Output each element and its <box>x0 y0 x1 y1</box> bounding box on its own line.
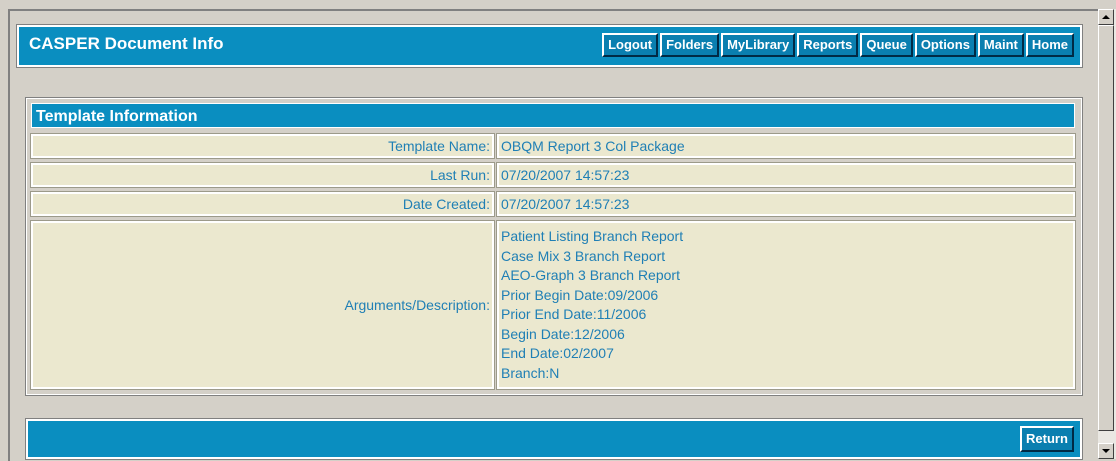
reports-button[interactable]: Reports <box>797 33 859 57</box>
app-title: CASPER Document Info <box>29 34 224 53</box>
scroll-up-button[interactable] <box>1098 9 1114 25</box>
arrow-down-icon <box>1102 449 1110 453</box>
home-button[interactable]: Home <box>1025 33 1074 57</box>
template-name-label: Template Name: <box>30 133 495 159</box>
template-info-panel: Template Information Template Name: OBQM… <box>25 97 1083 396</box>
arguments-value: Patient Listing Branch Report Case Mix 3… <box>496 220 1076 390</box>
last-run-value: 07/20/2007 14:57:23 <box>496 162 1076 188</box>
arguments-row: Arguments/Description: Patient Listing B… <box>30 220 1076 390</box>
folders-button[interactable]: Folders <box>660 33 720 57</box>
argument-line: AEO-Graph 3 Branch Report <box>501 267 680 283</box>
queue-button[interactable]: Queue <box>860 33 913 57</box>
arguments-label: Arguments/Description: <box>30 220 495 390</box>
last-run-row: Last Run: 07/20/2007 14:57:23 <box>30 162 1076 188</box>
nav-bar: Logout Folders MyLibrary Reports Queue O… <box>602 33 1074 57</box>
argument-line: Case Mix 3 Branch Report <box>501 247 666 264</box>
footer-bar: Return <box>25 418 1083 460</box>
logout-button[interactable]: Logout <box>602 33 659 57</box>
template-name-value: OBQM Report 3 Col Package <box>496 133 1076 159</box>
mylibrary-button[interactable]: MyLibrary <box>721 33 796 57</box>
arrow-up-icon <box>1102 15 1110 19</box>
return-button[interactable]: Return <box>1020 426 1074 452</box>
argument-line: Patient Listing Branch Report <box>501 228 684 244</box>
argument-line: Branch:N <box>501 364 560 381</box>
vertical-scrollbar[interactable] <box>1098 9 1116 459</box>
argument-line: Prior End Date:11/2006 <box>501 306 647 322</box>
template-name-row: Template Name: OBQM Report 3 Col Package <box>30 133 1076 159</box>
options-button[interactable]: Options <box>914 33 976 57</box>
app-header-bar: CASPER Document Info Logout Folders MyLi… <box>16 24 1083 68</box>
window-top-strip <box>0 0 1116 9</box>
scrollbar-thumb[interactable] <box>1098 25 1114 431</box>
maint-button[interactable]: Maint <box>977 33 1024 57</box>
last-run-label: Last Run: <box>30 162 495 188</box>
date-created-label: Date Created: <box>30 191 495 217</box>
argument-line: Begin Date:12/2006 <box>501 325 625 342</box>
argument-line: End Date:02/2007 <box>501 345 614 361</box>
argument-line: Prior Begin Date:09/2006 <box>501 286 659 303</box>
scroll-down-button[interactable] <box>1098 443 1114 459</box>
panel-title: Template Information <box>31 103 1075 128</box>
date-created-row: Date Created: 07/20/2007 14:57:23 <box>30 191 1076 217</box>
arguments-label-text: Arguments/Description: <box>344 297 490 313</box>
date-created-value: 07/20/2007 14:57:23 <box>496 191 1076 217</box>
